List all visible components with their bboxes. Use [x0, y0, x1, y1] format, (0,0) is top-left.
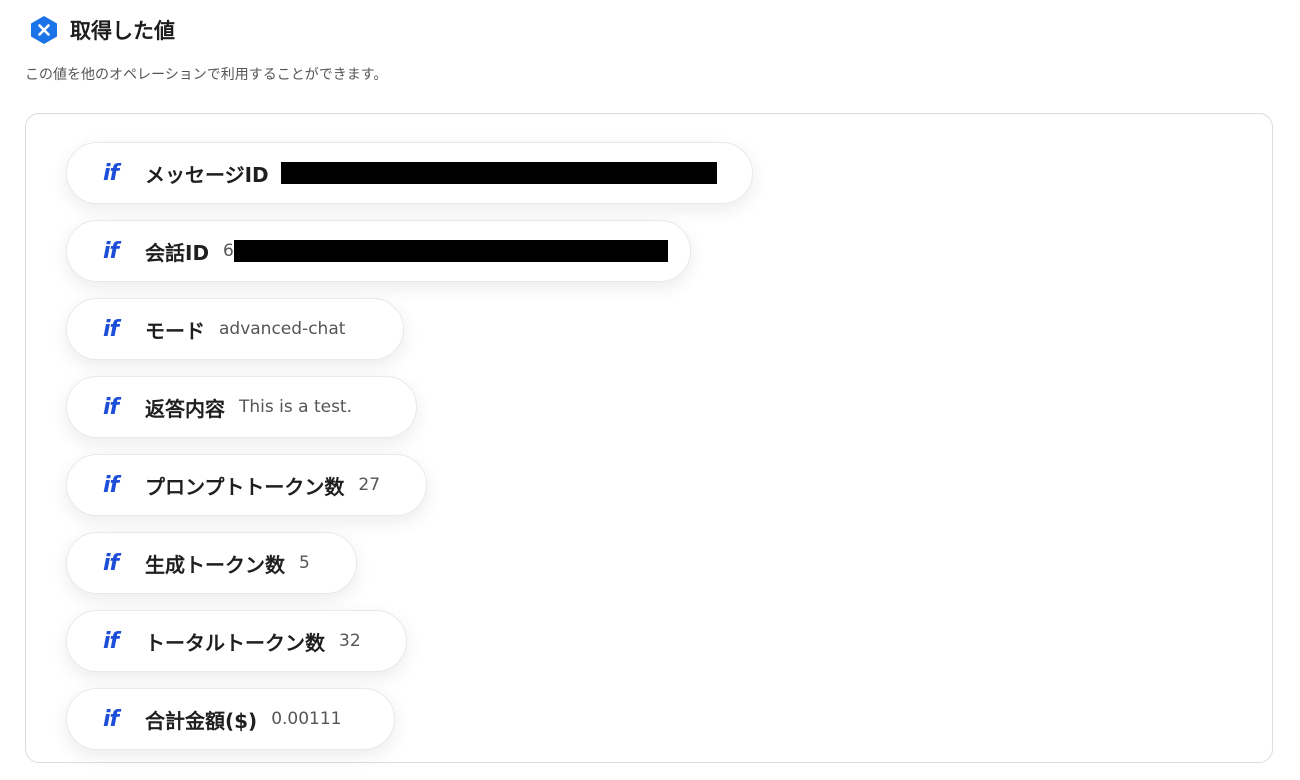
field-message-id[interactable]: if メッセージID	[66, 142, 753, 204]
if-variable-icon: if	[103, 706, 119, 732]
field-prompt-tokens[interactable]: if プロンプトトークン数 27	[66, 454, 427, 516]
field-conversation-id[interactable]: if 会話ID 6	[66, 220, 691, 282]
if-variable-icon: if	[103, 472, 119, 498]
field-value: 5	[299, 553, 310, 573]
field-value: This is a test.	[239, 397, 352, 417]
redaction-bar	[233, 240, 668, 262]
field-label: トータルトークン数	[145, 630, 325, 655]
if-variable-icon: if	[103, 550, 119, 576]
x-hexagon-icon	[28, 14, 60, 46]
if-variable-icon: if	[103, 160, 119, 186]
field-label: メッセージID	[145, 162, 269, 187]
field-value: 0.00111	[271, 709, 342, 729]
field-label: 合計金額($)	[145, 708, 258, 733]
field-label: プロンプトトークン数	[145, 474, 345, 499]
field-label: 会話ID	[145, 240, 210, 265]
field-total-price[interactable]: if 合計金額($) 0.00111	[66, 688, 395, 750]
page-title: 取得した値	[70, 19, 175, 43]
section-header: 取得した値	[28, 14, 175, 46]
field-label: モード	[145, 318, 205, 343]
values-panel: if メッセージID if 会話ID 6 if モード advanced-cha…	[25, 113, 1273, 763]
field-value: 27	[358, 475, 381, 495]
redaction-bar	[280, 162, 717, 184]
field-value: advanced-chat	[219, 319, 346, 339]
section-description: この値を他のオペレーションで利用することができます。	[25, 67, 388, 83]
field-value: 6	[223, 241, 234, 261]
field-total-tokens[interactable]: if トータルトークン数 32	[66, 610, 407, 672]
field-response[interactable]: if 返答内容 This is a test.	[66, 376, 417, 438]
if-variable-icon: if	[103, 316, 119, 342]
field-label: 返答内容	[145, 396, 225, 421]
if-variable-icon: if	[103, 394, 119, 420]
field-label: 生成トークン数	[145, 552, 285, 577]
field-completion-tokens[interactable]: if 生成トークン数 5	[66, 532, 357, 594]
if-variable-icon: if	[103, 628, 119, 654]
field-value: 32	[339, 631, 361, 651]
field-mode[interactable]: if モード advanced-chat	[66, 298, 404, 360]
if-variable-icon: if	[103, 238, 119, 264]
